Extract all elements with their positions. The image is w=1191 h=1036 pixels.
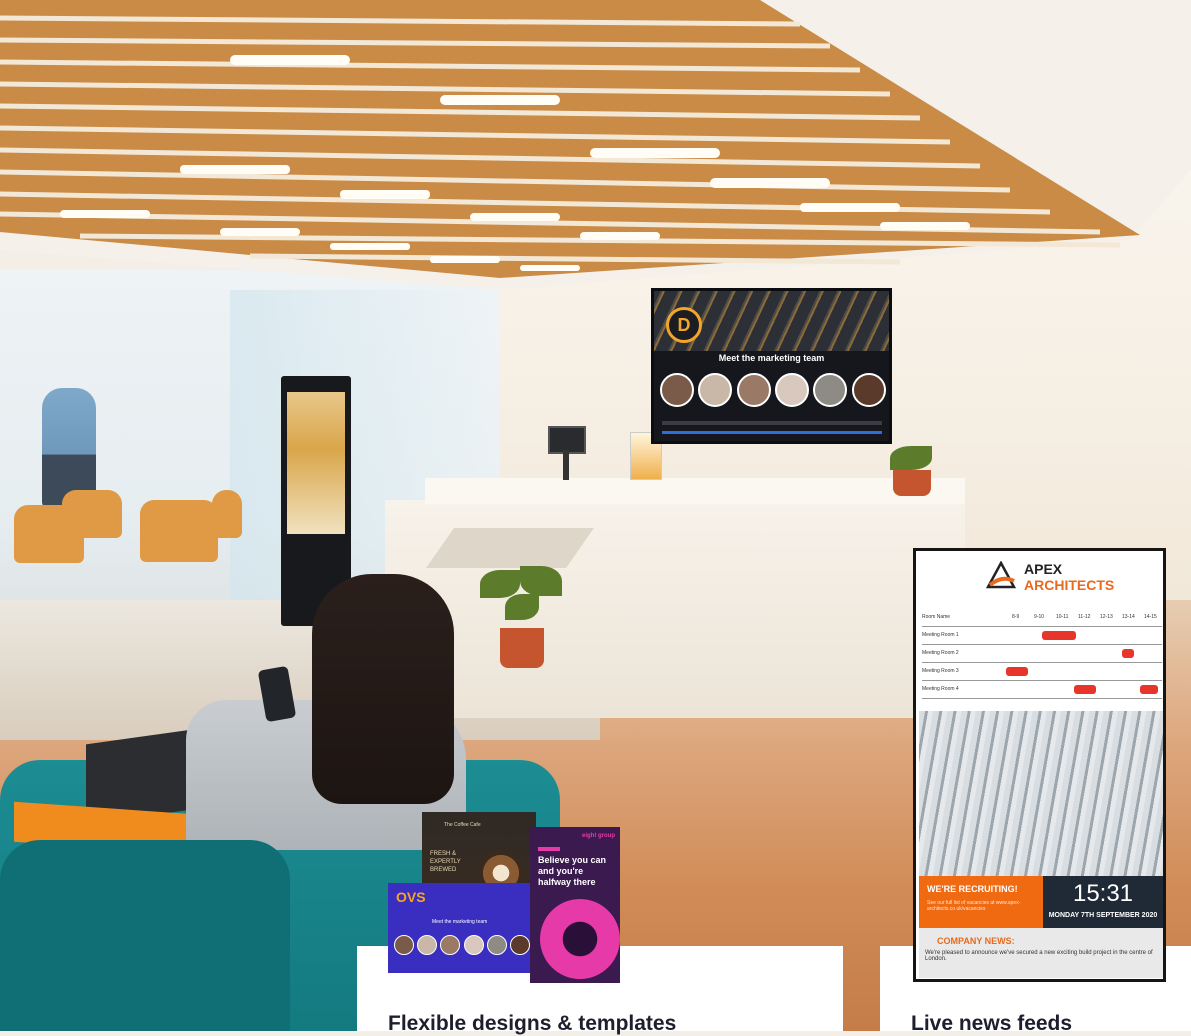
quote-brand: eight group — [582, 833, 615, 839]
template-quote: eight group Believe you can and you're h… — [530, 827, 620, 983]
col-header: 11-12 — [1078, 614, 1091, 620]
avatar — [417, 935, 438, 955]
avatar — [660, 373, 695, 407]
card-title: Flexible designs & templates — [388, 1012, 677, 1035]
brand-line-1: APEX — [1024, 561, 1063, 577]
lounge-chair — [62, 490, 122, 538]
company-news-panel: COMPANY NEWS: We're pleased to announce … — [919, 928, 1163, 978]
clock-panel: 15:31 MONDAY 7TH SEPTEMBER 2020 — [1043, 876, 1163, 928]
clock-time: 15:31 — [1072, 880, 1134, 907]
avatar — [394, 935, 414, 955]
wooden-slat-ceiling — [0, 0, 1191, 290]
coffee-brand: The Coffee Cafe — [444, 822, 481, 828]
avatar — [463, 935, 484, 955]
col-header: 8-9 — [1012, 614, 1020, 620]
clock-date: MONDAY 7TH SEPTEMBER 2020 — [1048, 912, 1158, 919]
recruit-text: See our full list of vacancies at www.ap… — [927, 900, 1021, 912]
team-avatars — [394, 935, 530, 957]
quote-accent-bar — [538, 847, 560, 851]
coffee-text: FRESH & EXPERTLY BREWED — [430, 851, 461, 873]
col-header: 12-13 — [1100, 614, 1113, 620]
avatar — [851, 373, 886, 407]
table-header-row: Room Name 8-9 9-10 10-11 11-12 12-13 13-… — [922, 609, 1162, 627]
lounge-chair — [212, 490, 242, 538]
wall-tv-display: D Meet the marketing team — [651, 288, 892, 444]
sofa-cushion — [0, 840, 290, 1031]
room-name: Meeting Room 3 — [922, 668, 959, 674]
avatar — [440, 935, 461, 955]
kiosk-screen — [287, 392, 345, 534]
tv-progress-bar — [662, 431, 882, 434]
apex-logo-icon — [986, 561, 1016, 589]
desk-shadow — [425, 528, 595, 568]
card-title: Live news feeds — [911, 1012, 1073, 1035]
plant-pot — [500, 628, 544, 668]
clock-graphic — [540, 899, 620, 979]
booking-block — [1140, 685, 1158, 694]
avatar — [813, 373, 848, 407]
lounge-chair — [140, 500, 218, 562]
booking-block — [1042, 631, 1076, 640]
avatar — [736, 373, 771, 407]
table-row: Meeting Room 4 — [922, 681, 1162, 699]
col-header: Room Name — [922, 614, 951, 620]
table-row: Meeting Room 1 — [922, 627, 1162, 645]
avatar — [486, 935, 507, 955]
recruit-title: WE'RE RECRUITING! — [927, 884, 1018, 894]
plant-pot — [893, 470, 931, 496]
reception-desk-top — [425, 478, 965, 504]
team-subtitle: Meet the marketing team — [432, 919, 488, 925]
col-header: 9-10 — [1034, 614, 1045, 620]
brand-line-2: ARCHITECTS — [1024, 577, 1115, 593]
plant-leaves — [505, 594, 539, 620]
col-header: 10-11 — [1056, 614, 1069, 620]
table-row: Meeting Room 2 — [922, 645, 1162, 663]
room-booking-table: Room Name 8-9 9-10 10-11 11-12 12-13 13-… — [922, 609, 1162, 699]
avatar — [775, 373, 810, 407]
template-team: OVS Meet the marketing team — [388, 883, 534, 973]
ovs-logo: OVS — [396, 889, 426, 905]
recruiting-panel: WE'RE RECRUITING! See our full list of v… — [919, 876, 1043, 928]
col-header: 14-15 — [1144, 614, 1157, 620]
col-header: 13-14 — [1122, 614, 1135, 620]
tv-title: Meet the marketing team — [718, 353, 825, 363]
room-name: Meeting Room 1 — [922, 632, 959, 638]
portrait-signage-screen: APEX ARCHITECTS Room Name 8-9 9-10 10-11… — [913, 548, 1166, 982]
avatar — [698, 373, 733, 407]
news-text: We're pleased to announce we've secured … — [925, 950, 1153, 962]
building-photo — [919, 711, 1163, 879]
plant-leaves — [480, 570, 520, 598]
room-name: Meeting Room 2 — [922, 650, 959, 656]
tablet-pole — [563, 450, 569, 480]
team-avatars — [658, 373, 888, 413]
avatar — [509, 935, 530, 955]
tv-brand-logo: D — [666, 307, 702, 343]
quote-text: Believe you can and you're halfway there — [538, 855, 607, 887]
tv-ticker — [662, 421, 882, 425]
plant-leaves — [890, 446, 932, 470]
news-title: COMPANY NEWS: — [937, 936, 1015, 946]
booking-block — [1006, 667, 1028, 676]
room-name: Meeting Room 4 — [922, 686, 959, 692]
booking-block — [1122, 649, 1134, 658]
woman-hair — [312, 574, 454, 804]
plant-leaves — [520, 566, 562, 596]
booking-block — [1074, 685, 1096, 694]
table-row: Meeting Room 3 — [922, 663, 1162, 681]
